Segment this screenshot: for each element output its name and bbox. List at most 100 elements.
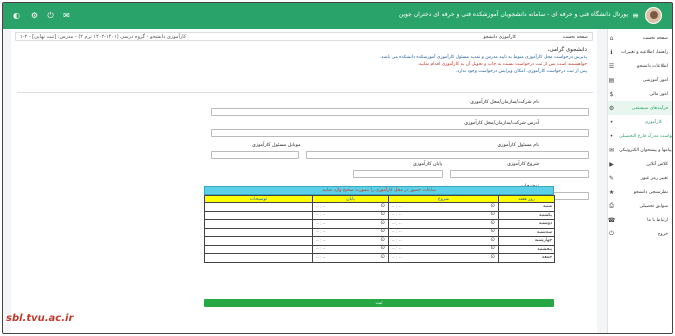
clock-icon[interactable]: ⊙: [490, 254, 495, 260]
sidebar-item[interactable]: ⚙ فرآیندهای سیستمی: [608, 101, 672, 115]
start-time-cell[interactable]: -- : -- ⊙: [388, 244, 499, 254]
table-row: -- : -- ⊙ -- : -- ⊙ چهارشنبه: [204, 236, 555, 246]
supervisor-mobile-input[interactable]: [211, 151, 299, 159]
time-input[interactable]: -- : -- ⊙: [315, 220, 386, 227]
power-icon[interactable]: ⏻: [45, 10, 56, 21]
end-time-cell[interactable]: -- : -- ⊙: [312, 202, 389, 212]
avatar[interactable]: [645, 7, 662, 24]
clock-icon[interactable]: ⊙: [380, 245, 385, 251]
end-time-cell[interactable]: -- : -- ⊙: [312, 219, 389, 229]
end-time-cell[interactable]: -- : -- ⊙: [312, 210, 389, 220]
toggle-icon[interactable]: ◐: [11, 10, 22, 21]
day-cell: یکشنبه: [498, 210, 555, 220]
time-input[interactable]: -- : -- ⊙: [315, 228, 386, 235]
start-time-cell[interactable]: -- : -- ⊙: [388, 202, 499, 212]
sidebar-item[interactable]: ⌂ صفحه نخست: [608, 31, 672, 45]
sidebar-item[interactable]: ☰ اطلاعات دانشجو: [608, 59, 672, 73]
end-time-cell[interactable]: -- : -- ⊙: [312, 253, 389, 263]
submit-button[interactable]: ثبت: [204, 299, 554, 307]
time-input[interactable]: -- : -- ⊙: [315, 237, 386, 244]
notes-cell[interactable]: [204, 227, 313, 237]
notice-box: دانشجوی گرامی، پذیرش درخواست محل کارآموز…: [27, 47, 587, 74]
clock-icon[interactable]: ⊙: [380, 203, 385, 209]
sidebar-item[interactable]: • درخواست مدرک فارغ التحصیلی: [608, 129, 672, 143]
time-input[interactable]: -- : -- ⊙: [391, 245, 496, 252]
sidebar-item-label: نظرسنجی دانشجو: [633, 189, 668, 195]
clock-icon[interactable]: ⊙: [380, 237, 385, 243]
time-placeholder: -- : --: [316, 246, 326, 252]
start-time-cell[interactable]: -- : -- ⊙: [388, 236, 499, 246]
start-time-cell[interactable]: -- : -- ⊙: [388, 227, 499, 237]
supervisor-input[interactable]: [306, 151, 589, 159]
header-notes: توضیحات: [204, 195, 313, 203]
end-time-cell[interactable]: -- : -- ⊙: [312, 236, 389, 246]
start-date-input[interactable]: [450, 170, 589, 178]
time-input[interactable]: -- : -- ⊙: [391, 228, 496, 235]
sidebar-item[interactable]: ▤ امور آموزشی: [608, 73, 672, 87]
company-name-input[interactable]: [211, 108, 589, 116]
sidebar-item[interactable]: ☎ ارتباط با ما: [608, 213, 672, 227]
sidebar-item-icon: •: [609, 118, 614, 126]
clock-icon[interactable]: ⊙: [380, 211, 385, 217]
gear-icon[interactable]: ⚙: [29, 10, 40, 21]
start-time-cell[interactable]: -- : -- ⊙: [388, 253, 499, 263]
sidebar-item[interactable]: ✎ تغییر رمز عبور: [608, 171, 672, 185]
time-placeholder: -- : --: [392, 246, 402, 252]
start-time-cell[interactable]: -- : -- ⊙: [388, 219, 499, 229]
sidebar-item-label: کلاس آنلاین: [646, 161, 668, 167]
time-placeholder: -- : --: [392, 220, 402, 226]
sidebar-item[interactable]: ℹ راهنما، اطلاعیه و تغییرات: [608, 45, 672, 59]
notes-cell[interactable]: [204, 202, 313, 212]
clock-icon[interactable]: ⊙: [490, 228, 495, 234]
sidebar-item[interactable]: • کارآموزی: [608, 115, 672, 129]
end-time-cell[interactable]: -- : -- ⊙: [312, 244, 389, 254]
time-input[interactable]: -- : -- ⊙: [315, 254, 386, 261]
sidebar-item[interactable]: ▶ کلاس آنلاین: [608, 157, 672, 171]
sidebar-item[interactable]: ⏻ خروج: [608, 227, 672, 241]
sidebar-item[interactable]: ⎙ سوابق تحصیلی: [608, 199, 672, 213]
time-placeholder: -- : --: [392, 254, 402, 260]
time-input[interactable]: -- : -- ⊙: [315, 245, 386, 252]
clock-icon[interactable]: ⊙: [490, 237, 495, 243]
company-name-label: نام شرکت/سازمان/محل کارآموزی: [470, 100, 539, 105]
clock-icon[interactable]: ⊙: [380, 228, 385, 234]
time-input[interactable]: -- : -- ⊙: [391, 237, 496, 244]
time-input[interactable]: -- : -- ⊙: [391, 203, 496, 210]
notes-cell[interactable]: [204, 236, 313, 246]
breadcrumb-course[interactable]: کارآموزی دانشجو: [483, 35, 516, 40]
time-placeholder: -- : --: [392, 212, 402, 218]
sidebar-item-label: خروج: [657, 231, 668, 237]
end-time-cell[interactable]: -- : -- ⊙: [312, 227, 389, 237]
sidebar-item-icon: ℹ: [610, 48, 613, 56]
notes-cell[interactable]: [204, 244, 313, 254]
clock-icon[interactable]: ⊙: [490, 211, 495, 217]
app-window: ◐ ⚙ ⏻ ✉ پورتال دانشگاه فنی و حرفه ای - س…: [2, 2, 673, 334]
divider: [17, 92, 593, 93]
time-placeholder: -- : --: [392, 237, 402, 243]
notes-cell[interactable]: [204, 253, 313, 263]
clock-icon[interactable]: ⊙: [380, 220, 385, 226]
sidebar-item[interactable]: ★ نظرسنجی دانشجو: [608, 185, 672, 199]
time-placeholder: -- : --: [316, 237, 326, 243]
time-input[interactable]: -- : -- ⊙: [391, 220, 496, 227]
notes-cell[interactable]: [204, 219, 313, 229]
clock-icon[interactable]: ⊙: [490, 245, 495, 251]
time-input[interactable]: -- : -- ⊙: [315, 211, 386, 218]
end-date-input[interactable]: [353, 170, 443, 178]
notes-cell[interactable]: [204, 210, 313, 220]
address-input[interactable]: [211, 129, 589, 137]
start-time-cell[interactable]: -- : -- ⊙: [388, 210, 499, 220]
time-input[interactable]: -- : -- ⊙: [391, 254, 496, 261]
clock-icon[interactable]: ⊙: [490, 203, 495, 209]
breadcrumb-home[interactable]: صفحه نخست: [563, 35, 588, 40]
header-start: شروع: [388, 195, 499, 203]
sidebar-item-label: درخواست مدرک فارغ التحصیلی: [619, 133, 673, 139]
time-input[interactable]: -- : -- ⊙: [315, 203, 386, 210]
sidebar-item[interactable]: ✉ پیامها و پیشخوان الکترونیکی: [608, 143, 672, 157]
menu-icon[interactable]: ≡: [630, 10, 641, 21]
clock-icon[interactable]: ⊙: [490, 220, 495, 226]
chat-icon[interactable]: ✉: [61, 10, 72, 21]
time-input[interactable]: -- : -- ⊙: [391, 211, 496, 218]
sidebar-item[interactable]: $ امور مالی: [608, 87, 672, 101]
clock-icon[interactable]: ⊙: [380, 254, 385, 260]
